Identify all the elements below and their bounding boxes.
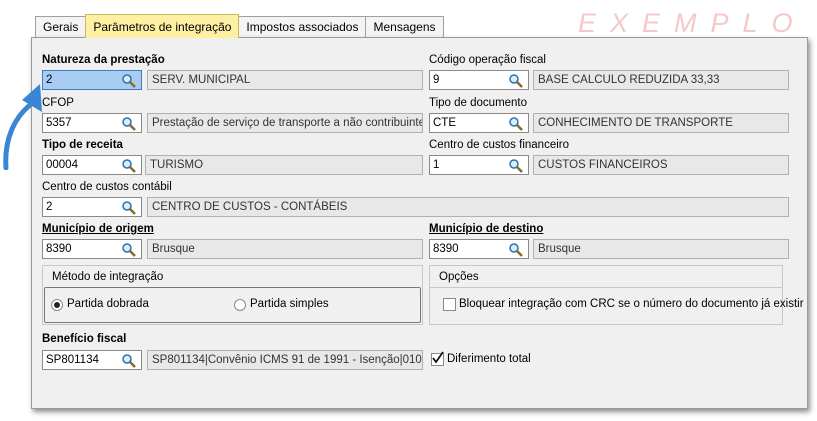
cc-cont-code-input[interactable]: 2: [42, 197, 142, 217]
tipo-receita-label: Tipo de receita: [42, 139, 123, 151]
mun-origem-code-value: 8390: [46, 243, 72, 255]
mun-destino-code-value: 8390: [433, 243, 459, 255]
search-icon[interactable]: [121, 73, 137, 89]
cfop-desc: Prestação de serviço de transporte a não…: [147, 113, 423, 133]
metodo-integracao-group: Método de integração Partida dobrada Par…: [42, 265, 423, 325]
search-icon[interactable]: [508, 116, 524, 132]
tipo-doc-label: Tipo de documento: [429, 97, 528, 109]
natureza-code-input[interactable]: 2: [42, 70, 142, 90]
beneficio-label: Benefício fiscal: [42, 333, 127, 345]
metodo-integracao-title: Método de integração: [52, 271, 164, 283]
natureza-label: Natureza da prestação: [42, 54, 165, 66]
tipo-receita-code-input[interactable]: 00004: [42, 155, 142, 175]
search-icon[interactable]: [121, 353, 137, 369]
natureza-code-value: 2: [46, 74, 53, 86]
cc-cont-desc: CENTRO DE CUSTOS - CONTÁBEIS: [147, 197, 789, 217]
bloquear-crc-label[interactable]: Bloquear integração com CRC se o número …: [459, 298, 804, 310]
cc-cont-code-value: 2: [46, 201, 53, 213]
search-icon[interactable]: [508, 73, 524, 89]
partida-simples-radio[interactable]: [234, 299, 246, 311]
search-icon[interactable]: [121, 200, 137, 216]
tab-gerais[interactable]: Gerais: [35, 16, 87, 37]
tipo-doc-code-value: CTE: [433, 117, 456, 129]
mun-origem-label[interactable]: Município de origem: [42, 223, 154, 235]
cfop-code-input[interactable]: 5357: [42, 113, 142, 133]
cod-oper-label: Código operação fiscal: [429, 54, 546, 66]
search-icon[interactable]: [121, 242, 137, 258]
opcoes-group: Opções Bloquear integração com CRC se o …: [429, 265, 804, 325]
cfop-code-value: 5357: [46, 117, 72, 129]
cc-fin-desc: CUSTOS FINANCEIROS: [533, 155, 789, 175]
tipo-receita-code-value: 00004: [46, 159, 78, 171]
natureza-desc: SERV. MUNICIPAL: [147, 70, 423, 90]
diferimento-checkbox[interactable]: [431, 351, 444, 366]
cod-oper-code-input[interactable]: 9: [429, 70, 529, 90]
bloquear-crc-checkbox[interactable]: [443, 298, 456, 311]
mun-destino-label[interactable]: Município de destino: [429, 223, 543, 235]
checkmark-icon: [432, 351, 444, 364]
mun-destino-desc: Brusque: [533, 239, 789, 259]
beneficio-code-value: SP801134: [46, 354, 99, 366]
tab-mensagens[interactable]: Mensagens: [365, 16, 444, 37]
tipo-doc-desc: CONHECIMENTO DE TRANSPORTE: [533, 113, 789, 133]
search-icon[interactable]: [121, 158, 137, 174]
tab-parametros-integracao[interactable]: Parâmetros de integração: [85, 14, 240, 38]
search-icon[interactable]: [508, 158, 524, 174]
beneficio-desc: SP801134|Convênio ICMS 91 de 1991 - Isen…: [147, 350, 423, 370]
partida-simples-label[interactable]: Partida simples: [250, 298, 329, 310]
cc-fin-label: Centro de custos financeiro: [429, 139, 569, 151]
mun-origem-code-input[interactable]: 8390: [42, 239, 142, 259]
tab-bar: Gerais Parâmetros de integração Impostos…: [35, 14, 444, 38]
diferimento-label[interactable]: Diferimento total: [447, 353, 531, 365]
tipo-receita-desc: TURISMO: [145, 155, 423, 175]
opcoes-divider: [430, 287, 782, 288]
cod-oper-desc: BASE CALCULO REDUZIDA 33,33: [533, 70, 789, 90]
partida-dobrada-radio[interactable]: [51, 299, 63, 311]
cc-fin-code-value: 1: [433, 159, 440, 171]
cfop-label: CFOP: [42, 97, 74, 109]
mun-destino-code-input[interactable]: 8390: [429, 239, 529, 259]
beneficio-code-input[interactable]: SP801134: [42, 350, 142, 370]
tipo-doc-code-input[interactable]: CTE: [429, 113, 529, 133]
opcoes-title: Opções: [439, 271, 479, 283]
mun-origem-desc: Brusque: [147, 239, 423, 259]
watermark-text: EXEMPLO: [578, 8, 807, 38]
tab-impostos-associados[interactable]: Impostos associados: [238, 16, 367, 37]
cc-cont-label: Centro de custos contábil: [42, 181, 172, 193]
cod-oper-code-value: 9: [433, 74, 440, 86]
cc-fin-code-input[interactable]: 1: [429, 155, 529, 175]
search-icon[interactable]: [121, 116, 137, 132]
partida-dobrada-label[interactable]: Partida dobrada: [67, 298, 149, 310]
search-icon[interactable]: [508, 242, 524, 258]
